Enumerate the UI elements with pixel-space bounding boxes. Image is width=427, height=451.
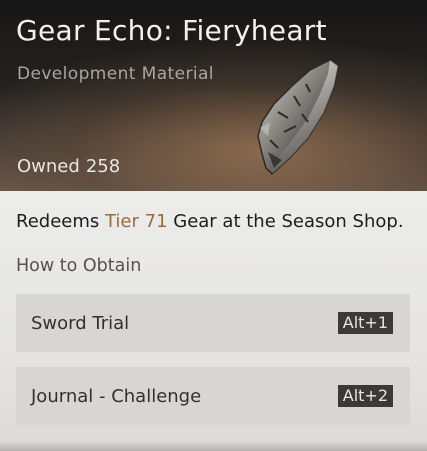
item-details: Redeems Tier 71 Gear at the Season Shop.… <box>0 191 427 451</box>
bottom-edge-shade <box>0 441 427 451</box>
item-description: Redeems Tier 71 Gear at the Season Shop. <box>16 211 404 232</box>
obtain-source-journal-challenge[interactable]: Journal - Challenge Alt+2 <box>16 367 410 425</box>
item-title: Gear Echo: Fieryheart <box>16 14 327 47</box>
owned-value: 258 <box>85 156 121 177</box>
shield-fragment-icon <box>257 59 339 176</box>
description-suffix: Gear at the Season Shop. <box>167 211 404 232</box>
source-label: Journal - Challenge <box>31 385 202 407</box>
owned-label: Owned <box>17 156 80 177</box>
hotkey-badge: Alt+2 <box>337 385 393 407</box>
item-type: Development Material <box>17 64 214 84</box>
item-header: Gear Echo: Fieryheart Development Materi… <box>0 0 427 191</box>
item-tooltip-card: Gear Echo: Fieryheart Development Materi… <box>0 0 427 451</box>
source-label: Sword Trial <box>31 312 130 334</box>
hotkey-badge: Alt+1 <box>337 312 393 334</box>
owned-count: Owned 258 <box>17 156 120 177</box>
obtain-source-sword-trial[interactable]: Sword Trial Alt+1 <box>16 294 410 352</box>
description-prefix: Redeems <box>16 211 105 232</box>
how-to-obtain-heading: How to Obtain <box>16 256 142 276</box>
tier-highlight: Tier 71 <box>104 211 168 232</box>
